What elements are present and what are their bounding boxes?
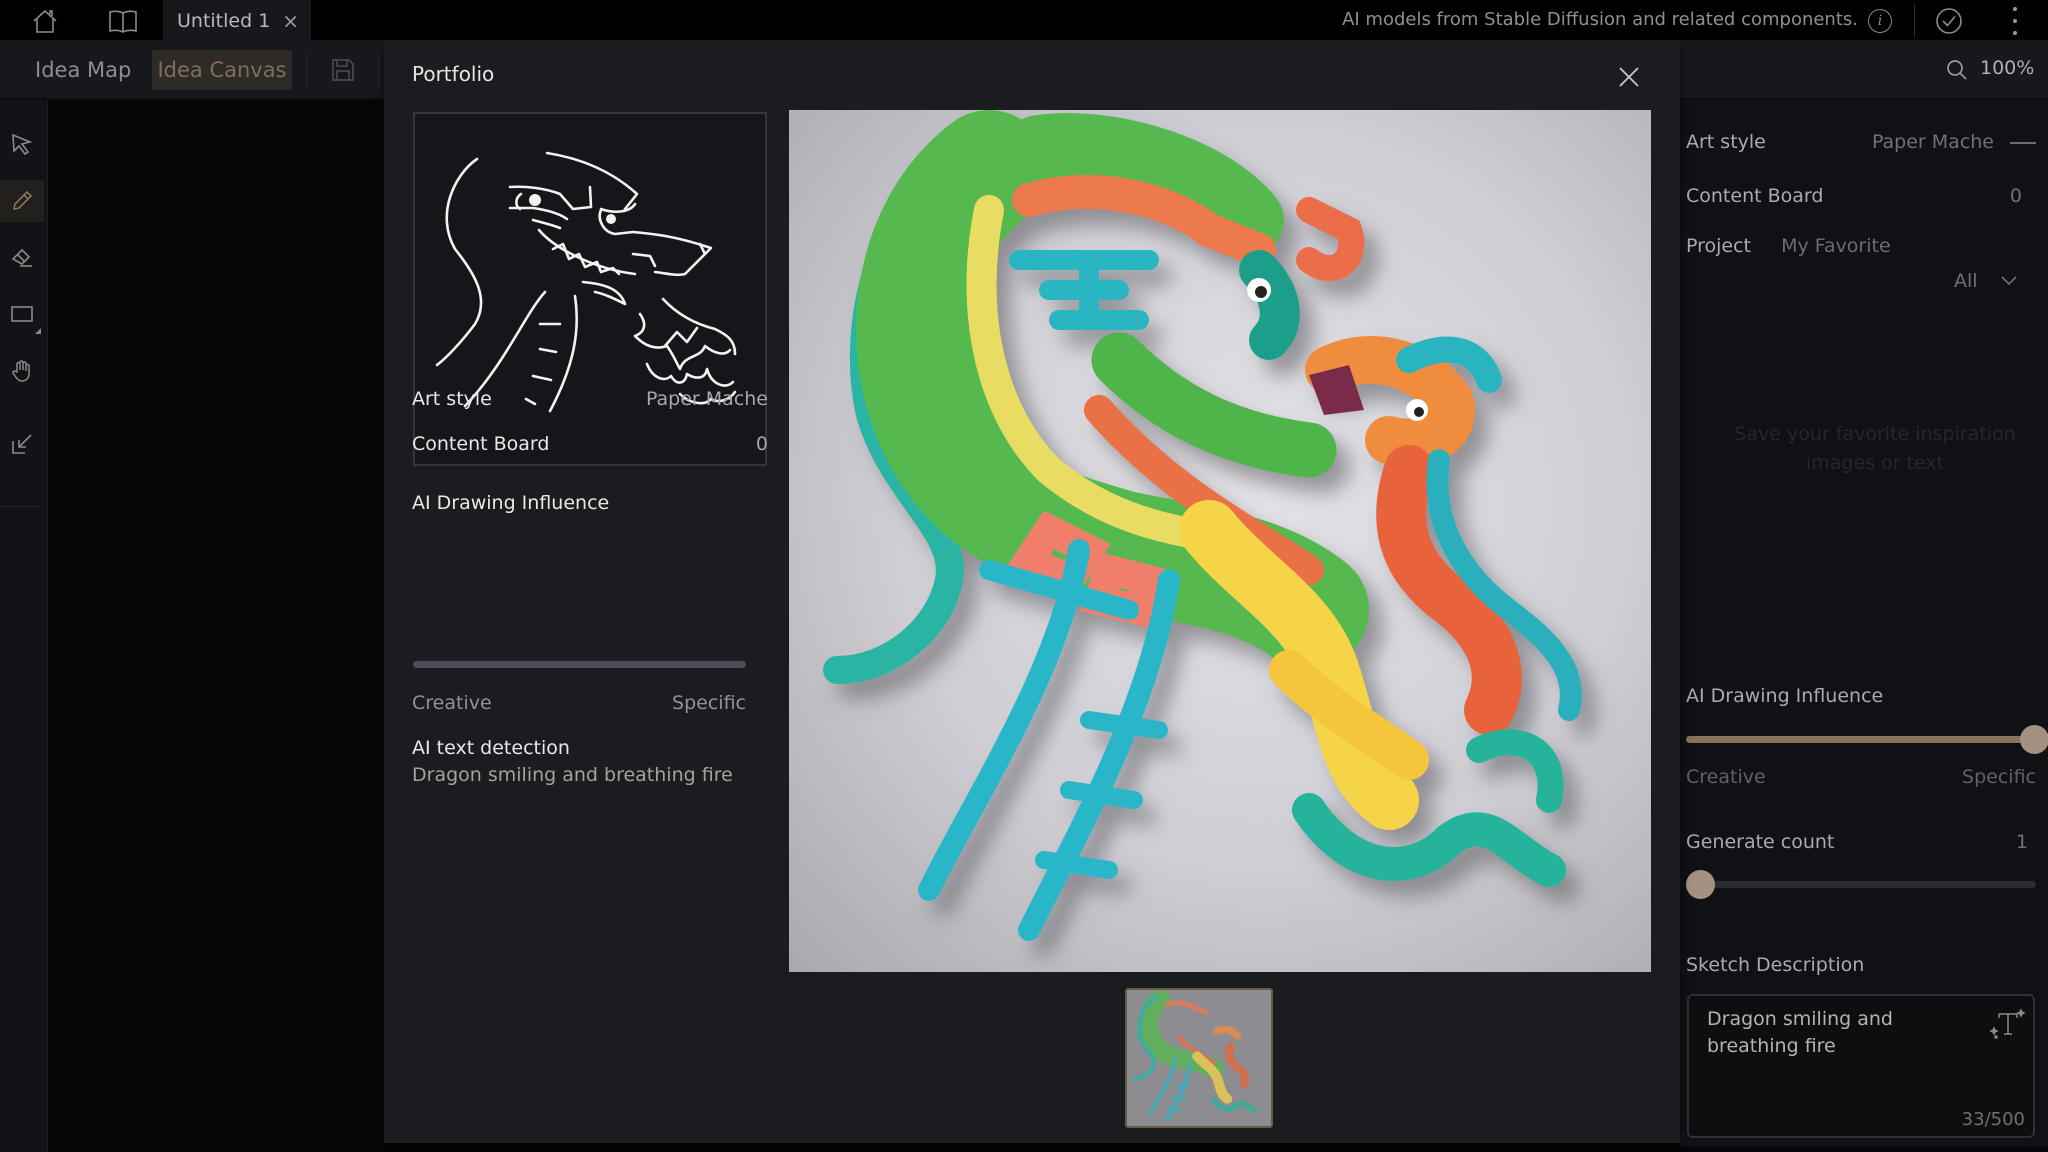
toolbar-divider [378, 52, 379, 88]
modal-content-board-label: Content Board [412, 433, 550, 455]
kebab-menu-icon[interactable] [2010, 7, 2020, 35]
generate-count-slider-thumb[interactable] [1686, 870, 1715, 899]
book-icon[interactable] [108, 6, 138, 36]
influence-max-label: Specific [1962, 766, 2036, 788]
sketch-description-input[interactable]: Dragon smiling and breathing fire 33/500 [1687, 994, 2035, 1138]
modal-title: Portfolio [412, 62, 495, 86]
titlebar-divider [1914, 4, 1915, 38]
toolbar-divider [306, 52, 307, 88]
art-style-label: Art style [1686, 131, 1766, 153]
modal-influence-max: Specific [672, 692, 746, 714]
pencil-icon[interactable] [0, 180, 44, 222]
modal-influence-min: Creative [412, 692, 492, 714]
thumbnail-selected[interactable] [1125, 988, 1273, 1128]
import-arrow-icon[interactable] [0, 423, 44, 465]
portfolio-modal: Portfolio Art style Paper Mache Content … [384, 40, 1680, 1143]
influence-range-labels: Creative Specific [1686, 766, 2036, 788]
empty-state-text: Save your favorite inspiration images or… [1734, 423, 2016, 474]
generate-count-label: Generate count [1686, 831, 1835, 853]
modal-content-board-row: Content Board 0 [412, 433, 768, 455]
cursor-arrow-icon[interactable] [0, 123, 44, 165]
character-count: 33/500 [1961, 1109, 2025, 1130]
thumbnail-artwork [1132, 990, 1257, 1122]
text-detection-value: Dragon smiling and breathing fire [412, 764, 733, 786]
generate-count-slider[interactable] [1686, 870, 2036, 899]
zoom-search-icon[interactable] [1946, 59, 1968, 81]
tool-divider [0, 506, 44, 507]
info-icon[interactable]: i [1868, 9, 1892, 33]
eraser-icon[interactable] [0, 236, 44, 278]
filter-value: All [1954, 270, 1978, 292]
modal-art-style-value: Paper Mache [645, 388, 768, 410]
generated-image[interactable] [789, 110, 1651, 972]
tab-title: Untitled 1 [177, 10, 271, 32]
save-icon[interactable] [330, 57, 356, 83]
dragon-artwork [823, 110, 1582, 941]
influence-slider[interactable] [1686, 725, 2048, 754]
project-row[interactable]: Project My Favorite [1686, 235, 1891, 257]
tab-close-icon[interactable]: × [282, 11, 299, 31]
text-detection-label: AI text detection [412, 737, 570, 759]
document-tab[interactable]: Untitled 1 × [163, 0, 311, 42]
right-panel: Art style Paper Mache Content Board 0 Pr… [1680, 100, 2048, 1152]
tool-rail [0, 100, 48, 1152]
art-style-row[interactable]: Art style Paper Mache [1686, 131, 2036, 153]
model-notice: AI models from Stable Diffusion and rela… [1342, 9, 1858, 30]
idea-canvas-tab[interactable]: Idea Canvas [152, 50, 292, 90]
modal-influence-bar [413, 661, 746, 668]
project-value[interactable]: My Favorite [1781, 235, 1891, 257]
idea-map-tab[interactable]: Idea Map [35, 58, 131, 82]
filter-dropdown[interactable]: All [1954, 270, 2018, 292]
sketch-description-label: Sketch Description [1686, 954, 1865, 976]
influence-min-label: Creative [1686, 766, 1766, 788]
panel-bottom-edge [1680, 1146, 2048, 1152]
generate-count-row: Generate count 1 [1686, 831, 2028, 853]
art-style-value: Paper Mache [1871, 131, 1994, 153]
influence-slider-fill [1686, 736, 2036, 743]
collapse-icon[interactable] [2010, 141, 2036, 144]
content-board-value: 0 [2009, 185, 2022, 207]
influence-label: AI Drawing Influence [1686, 685, 1884, 707]
modal-influence-label: AI Drawing Influence [412, 492, 610, 514]
home-icon[interactable] [30, 6, 60, 36]
chevron-down-icon [2000, 276, 2017, 286]
hand-icon[interactable] [0, 350, 44, 392]
zoom-level[interactable]: 100% [1980, 57, 2034, 79]
project-label: Project [1686, 235, 1752, 257]
sketch-description-text[interactable]: Dragon smiling and breathing fire [1707, 1006, 1967, 1060]
close-icon[interactable] [1614, 62, 1644, 92]
modal-art-style-row: Art style Paper Mache [412, 388, 768, 410]
modal-art-style-label: Art style [412, 388, 492, 410]
title-bar: Untitled 1 × AI models from Stable Diffu… [0, 0, 2048, 42]
modal-influence-range: Creative Specific [412, 692, 746, 714]
drawing-canvas[interactable] [48, 100, 384, 1152]
check-circle-icon[interactable] [1935, 7, 1963, 35]
modal-content-board-value: 0 [755, 433, 768, 455]
influence-slider-thumb[interactable] [2020, 725, 2048, 754]
dragon-sketch [435, 151, 737, 413]
tool-submenu-indicator [35, 328, 41, 334]
content-board-row[interactable]: Content Board 0 [1686, 185, 2022, 207]
content-board-label: Content Board [1686, 185, 1824, 207]
generate-count-value: 1 [2015, 831, 2028, 853]
sketch-preview [413, 112, 767, 466]
ai-text-icon[interactable] [1989, 1006, 2027, 1040]
